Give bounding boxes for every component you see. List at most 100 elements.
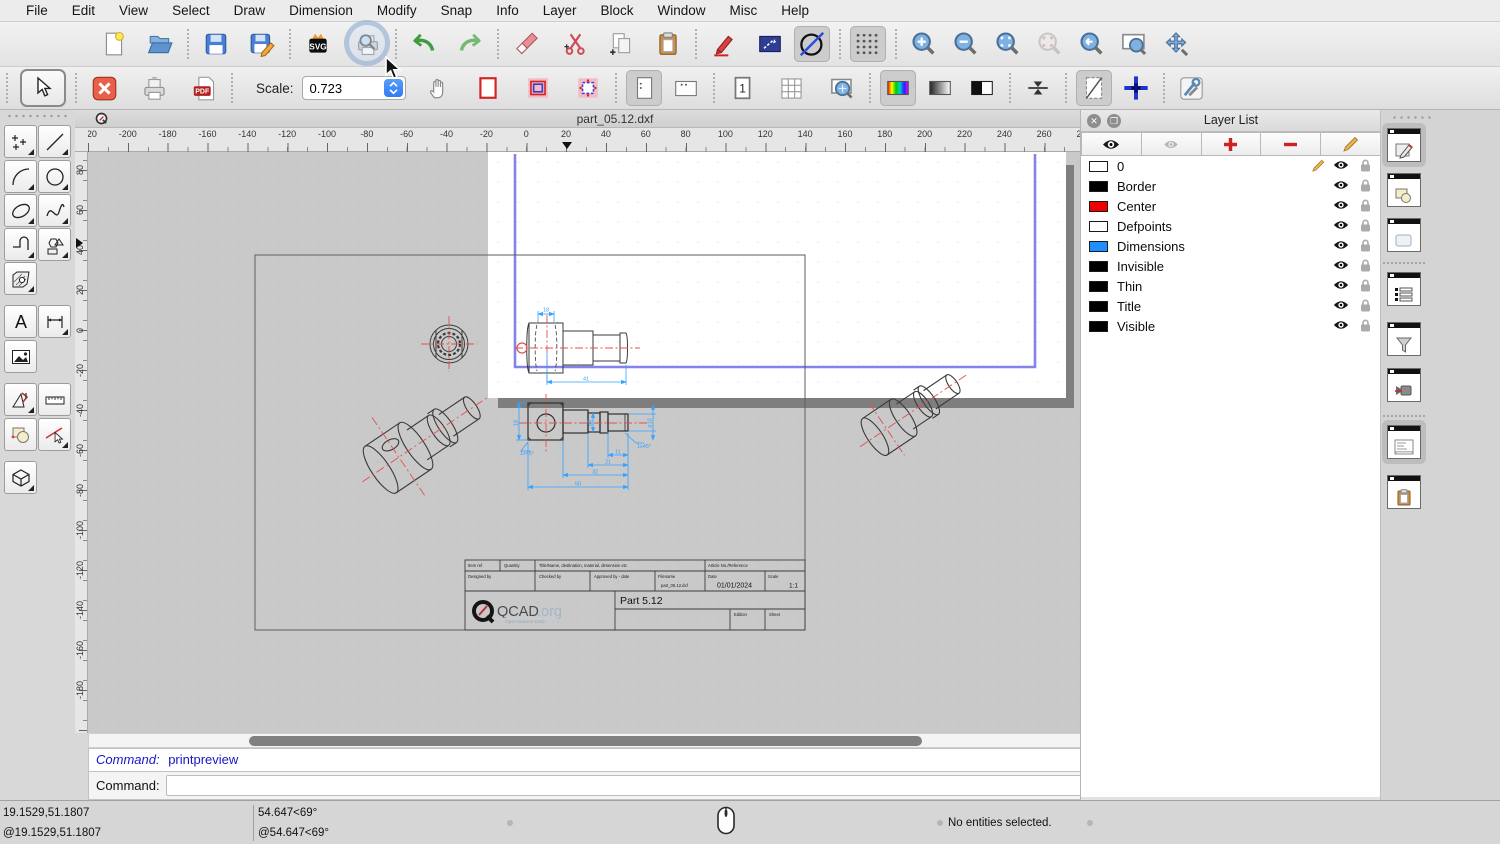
landscape-icon[interactable]: [668, 70, 704, 106]
pan-icon[interactable]: [1158, 26, 1194, 62]
edit-layer-icon[interactable]: [1312, 159, 1325, 175]
menu-item[interactable]: Draw: [222, 3, 278, 18]
zoom-selection-icon[interactable]: [1032, 26, 1068, 62]
pdf-export-icon[interactable]: PDF: [186, 70, 222, 106]
page-borders-icon[interactable]: [520, 70, 556, 106]
modify-tools-icon[interactable]: [4, 418, 37, 451]
palette-drag-handle[interactable]: [6, 113, 68, 119]
selection-rect-icon[interactable]: [752, 26, 788, 62]
zoom-out-icon[interactable]: [948, 26, 984, 62]
open-folder-icon[interactable]: [142, 26, 178, 62]
redo-icon[interactable]: [452, 26, 488, 62]
full-color-icon[interactable]: [879, 70, 916, 106]
menu-item[interactable]: Select: [160, 3, 222, 18]
menu-item[interactable]: Snap: [429, 3, 485, 18]
layer-lock-icon[interactable]: [1360, 179, 1371, 195]
auto-fit-icon[interactable]: [1020, 70, 1056, 106]
layer-lock-icon[interactable]: [1360, 239, 1371, 255]
layer-row[interactable]: Border: [1081, 176, 1381, 196]
previous-view-icon[interactable]: [1074, 26, 1110, 62]
h-scroll-handle[interactable]: [249, 735, 922, 746]
menu-item[interactable]: Edit: [60, 3, 107, 18]
page-diagonal-icon[interactable]: [1075, 70, 1112, 106]
black-white-icon[interactable]: [964, 70, 1000, 106]
menu-item[interactable]: Block: [589, 3, 646, 18]
undo-icon[interactable]: [406, 26, 442, 62]
menu-item[interactable]: Modify: [365, 3, 429, 18]
layer-row[interactable]: Dimensions: [1081, 236, 1381, 256]
library-browser-panel-icon[interactable]: [1387, 218, 1421, 252]
command-input[interactable]: [165, 775, 1125, 796]
command-line-panel-icon[interactable]: [1387, 425, 1421, 459]
erase-icon[interactable]: [508, 26, 544, 62]
close-preview-icon[interactable]: [86, 70, 122, 106]
arc-tools-icon[interactable]: [4, 160, 37, 193]
menu-item[interactable]: Misc: [718, 3, 770, 18]
remove-layer-icon[interactable]: [1261, 132, 1322, 156]
property-editor-panel-icon[interactable]: [1387, 128, 1421, 162]
save-icon[interactable]: [198, 26, 234, 62]
text-tools-icon[interactable]: A: [4, 305, 37, 338]
auto-zoom-icon[interactable]: [990, 26, 1026, 62]
layer-visible-eye-icon[interactable]: [1333, 179, 1349, 194]
menu-item[interactable]: Info: [484, 3, 531, 18]
layer-row[interactable]: Title: [1081, 296, 1381, 316]
layer-lock-icon[interactable]: [1360, 319, 1371, 335]
zoom-in-icon[interactable]: [906, 26, 942, 62]
block-list-panel-icon[interactable]: [1387, 173, 1421, 207]
horizontal-scrollbar[interactable]: 10 < 100: [75, 733, 1155, 748]
grid-toggle-icon[interactable]: [850, 26, 886, 62]
hide-all-eye-icon[interactable]: [1141, 132, 1202, 156]
pointer-icon[interactable]: [20, 69, 66, 107]
layer-lock-icon[interactable]: [1360, 219, 1371, 235]
multi-page-icon[interactable]: [774, 70, 810, 106]
window-zoom-icon[interactable]: [1116, 26, 1152, 62]
measure-ruler-icon[interactable]: [38, 383, 71, 416]
layer-row[interactable]: 0: [1081, 156, 1381, 176]
fit-page-icon[interactable]: [570, 70, 606, 106]
hatch-tools-icon[interactable]: [4, 262, 37, 295]
copy-icon[interactable]: [604, 26, 640, 62]
drawing-canvas[interactable]: 18 41 18 1x45° ø8 ø10 1x45° 11 21 32 50 …: [88, 152, 1155, 733]
layer-row[interactable]: Defpoints: [1081, 216, 1381, 236]
layer-visible-eye-icon[interactable]: [1333, 319, 1349, 334]
layer-visible-eye-icon[interactable]: [1333, 299, 1349, 314]
menu-item[interactable]: File: [14, 3, 60, 18]
crosshair-icon[interactable]: [1118, 70, 1154, 106]
image-tool-icon[interactable]: [4, 340, 37, 373]
cut-icon[interactable]: [558, 26, 594, 62]
menu-item[interactable]: View: [107, 3, 160, 18]
layer-lock-icon[interactable]: [1360, 159, 1371, 175]
layer-row[interactable]: Visible: [1081, 316, 1381, 336]
save-as-icon[interactable]: [244, 26, 280, 62]
layer-visible-eye-icon[interactable]: [1333, 159, 1349, 174]
layer-visible-eye-icon[interactable]: [1333, 239, 1349, 254]
layer-row[interactable]: Thin: [1081, 276, 1381, 296]
line-tools-icon[interactable]: [38, 125, 71, 158]
ellipse-tools-icon[interactable]: [4, 194, 37, 227]
scale-input[interactable]: [302, 80, 379, 96]
settings-icon[interactable]: [1174, 70, 1210, 106]
dimension-tools-icon[interactable]: [38, 305, 71, 338]
menu-item[interactable]: Window: [646, 3, 718, 18]
paper-border-icon[interactable]: [470, 70, 506, 106]
draw-settings-icon[interactable]: [4, 383, 37, 416]
trim-tools-icon[interactable]: [38, 418, 71, 451]
document-titlebar[interactable]: part_05.12.dxf: [75, 110, 1155, 128]
layer-lock-icon[interactable]: [1360, 299, 1371, 315]
solid-tools-icon[interactable]: [4, 461, 37, 494]
single-page-icon[interactable]: 1: [724, 70, 760, 106]
menu-item[interactable]: Dimension: [277, 3, 365, 18]
point-tools-icon[interactable]: [4, 125, 37, 158]
view-panel-icon[interactable]: [1387, 368, 1421, 402]
edit-layer-icon[interactable]: [1321, 132, 1381, 156]
menu-item[interactable]: Help: [769, 3, 821, 18]
menu-item[interactable]: Layer: [531, 3, 589, 18]
portrait-icon[interactable]: [625, 70, 662, 106]
layer-lock-icon[interactable]: [1360, 199, 1371, 215]
polyline-tools-icon[interactable]: [4, 228, 37, 261]
layer-visible-eye-icon[interactable]: [1333, 279, 1349, 294]
circle-tools-icon[interactable]: [38, 160, 71, 193]
layer-visible-eye-icon[interactable]: [1333, 199, 1349, 214]
layer-visible-eye-icon[interactable]: [1333, 259, 1349, 274]
